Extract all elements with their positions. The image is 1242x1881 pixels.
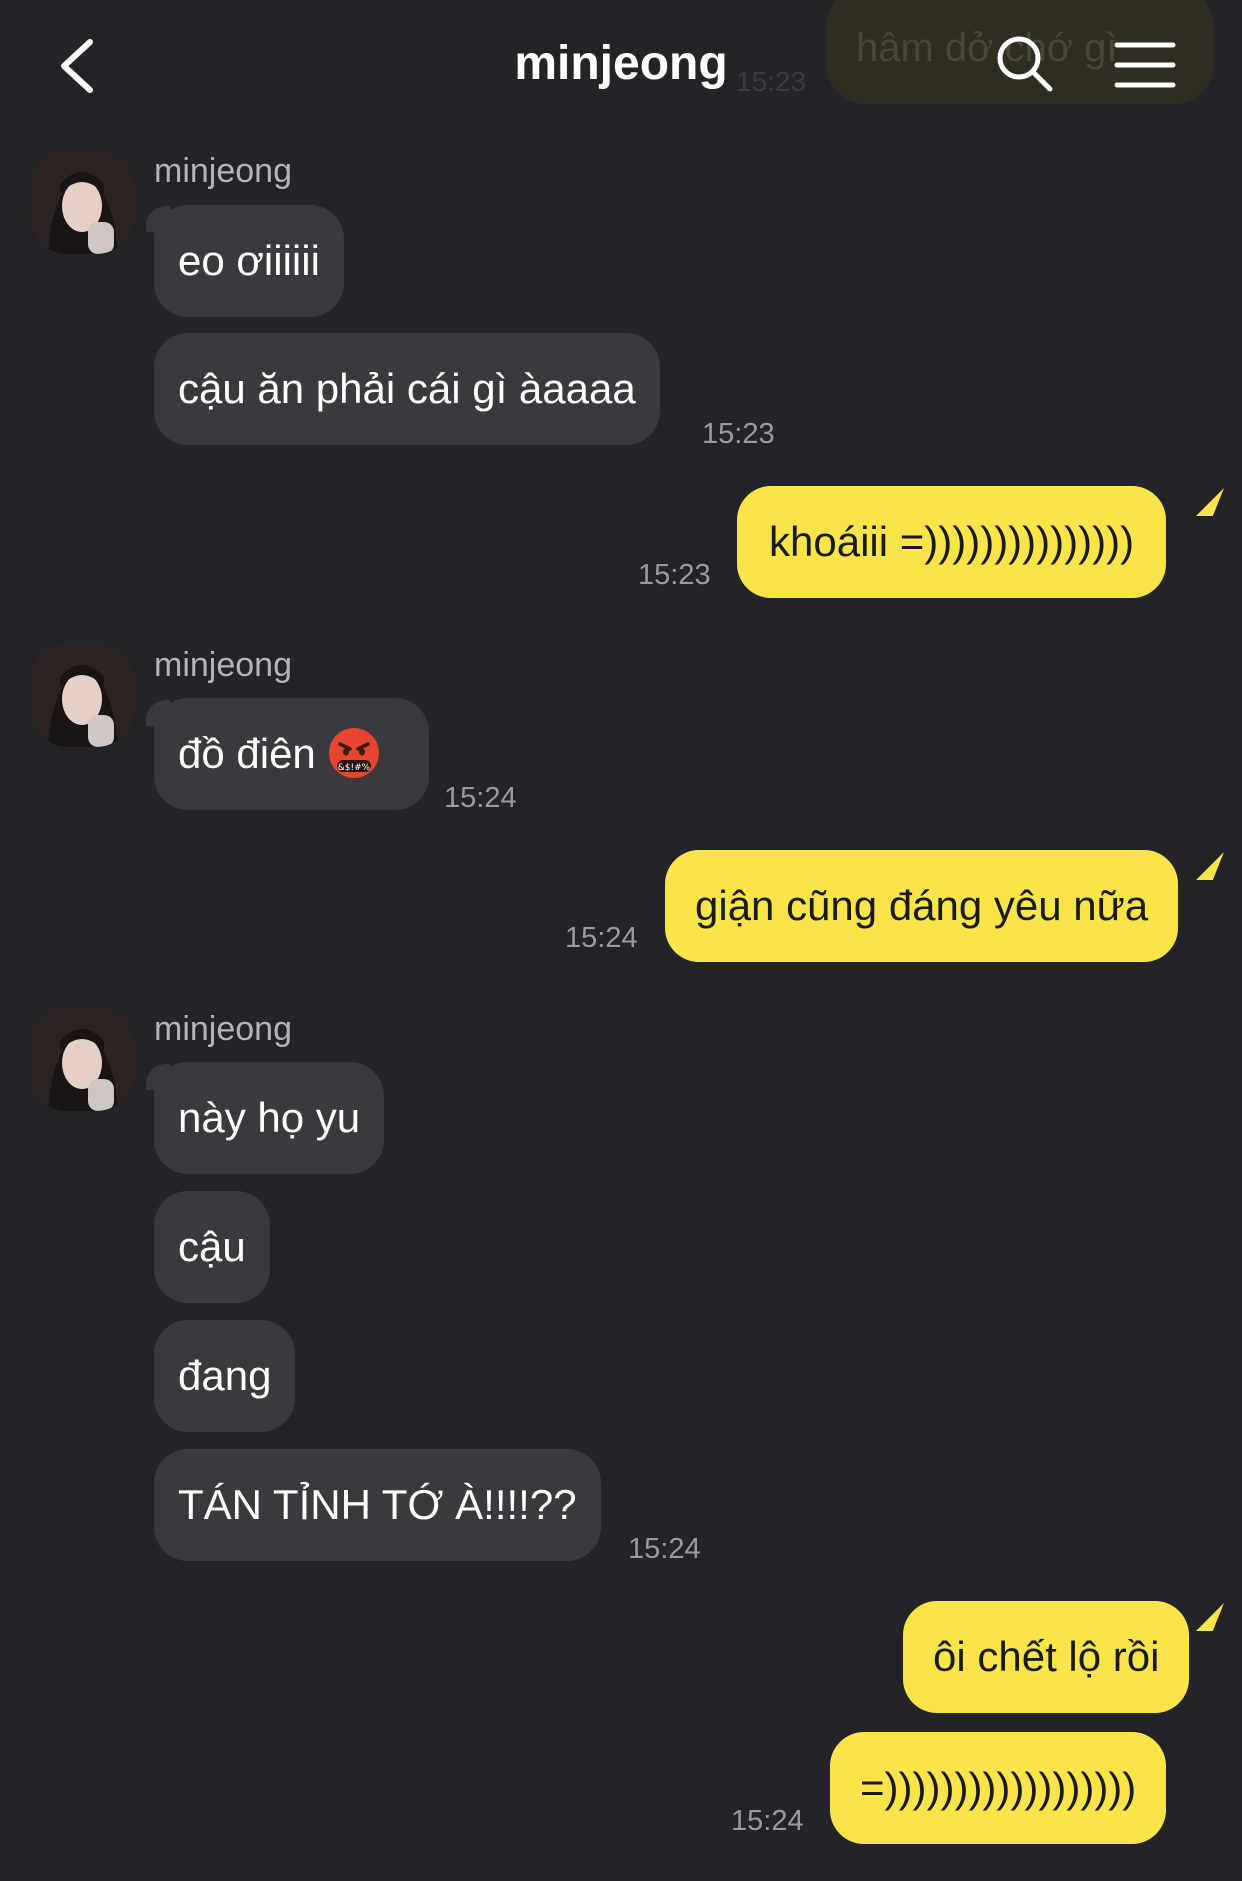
top-bar: minjeong <box>0 0 1242 130</box>
menu-icon[interactable] <box>1114 40 1176 90</box>
sender-name: minjeong <box>154 646 292 684</box>
message-bubble-outgoing[interactable]: khoáiii =))))))))))))))) <box>737 486 1167 598</box>
sender-name: minjeong <box>154 1010 292 1048</box>
message-text: đồ điên <box>178 730 316 777</box>
search-icon[interactable] <box>995 34 1055 94</box>
message-bubble-outgoing[interactable]: ôi chết lộ rồi <box>903 1601 1190 1713</box>
svg-text:&$!#%: &$!#% <box>338 763 371 773</box>
bubble-tail <box>1196 852 1224 880</box>
bubble-tail <box>1196 1603 1224 1631</box>
message-timestamp: 15:23 <box>702 418 775 450</box>
avatar[interactable] <box>30 150 134 254</box>
message-bubble[interactable]: cậu ăn phải cái gì àaaaa <box>154 333 660 445</box>
avatar[interactable] <box>30 643 134 747</box>
message-bubble[interactable]: TÁN TỈNH TỚ À!!!!?? <box>154 1449 601 1561</box>
bubble-tail <box>1196 488 1224 516</box>
message-bubble[interactable]: này họ yu <box>154 1062 385 1174</box>
message-timestamp: 15:24 <box>565 922 638 954</box>
message-timestamp: 15:24 <box>628 1533 701 1565</box>
chat-title: minjeong <box>514 37 728 90</box>
message-bubble[interactable]: đang <box>154 1320 296 1432</box>
message-bubble-outgoing[interactable]: giận cũng đáng yêu nữa <box>665 850 1179 962</box>
sender-name: minjeong <box>154 152 292 190</box>
message-timestamp: 15:24 <box>444 782 517 814</box>
message-bubble-outgoing[interactable]: =)))))))))))))))))) <box>830 1732 1167 1844</box>
message-timestamp: 15:24 <box>731 1805 804 1837</box>
avatar[interactable] <box>30 1007 134 1111</box>
message-bubble[interactable]: đồ điên &$!#% <box>154 698 429 810</box>
message-bubble[interactable]: eo ơiiiiii <box>154 205 344 317</box>
message-timestamp: 15:23 <box>638 559 711 591</box>
angry-cursing-face-icon: &$!#% <box>328 727 379 778</box>
message-bubble[interactable]: cậu <box>154 1191 270 1303</box>
